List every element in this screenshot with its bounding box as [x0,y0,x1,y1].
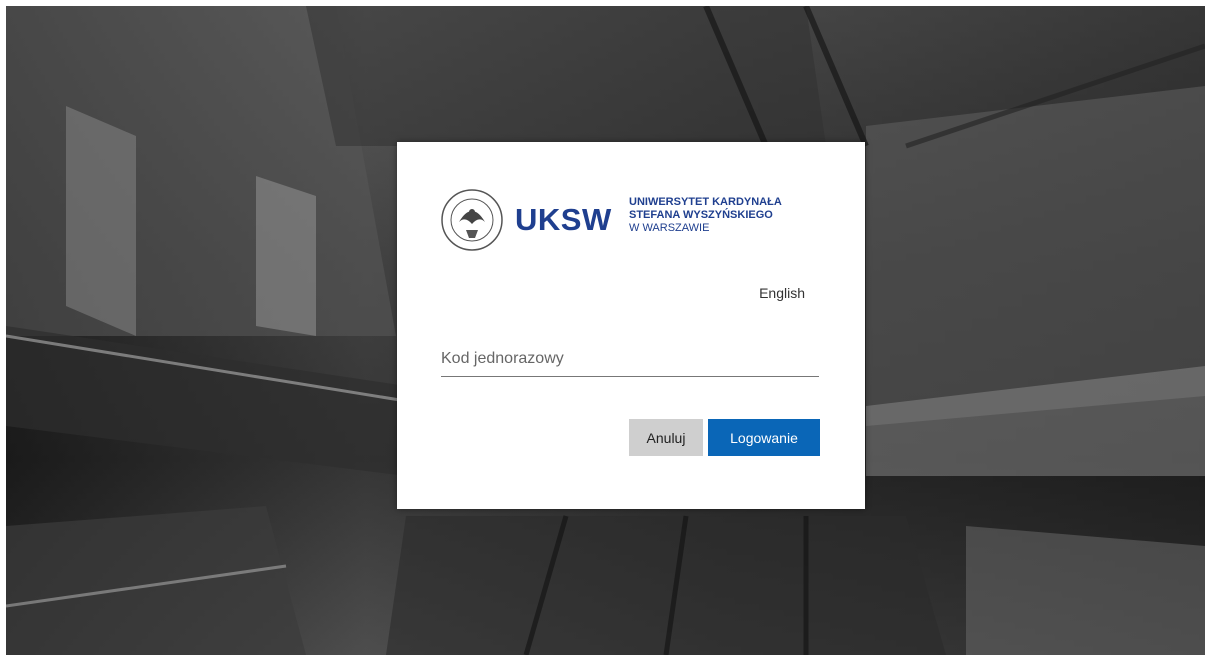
university-name-line2: STEFANA WYSZYŃSKIEGO [629,209,773,221]
university-logo: UKSW UNIWERSYTET KARDYNAŁA STEFANA WYSZY… [439,180,839,270]
university-name-line1: UNIWERSYTET KARDYNAŁA [629,196,782,208]
login-card: UKSW UNIWERSYTET KARDYNAŁA STEFANA WYSZY… [397,142,865,509]
university-name-line3: W WARSZAWIE [629,222,710,234]
uksw-wordmark: UKSW [515,202,612,237]
university-seal-icon [441,189,503,251]
language-switch-link[interactable]: English [759,285,805,301]
one-time-code-input[interactable] [441,342,819,377]
login-button[interactable]: Logowanie [708,419,820,456]
university-name: UNIWERSYTET KARDYNAŁA STEFANA WYSZYŃSKIE… [629,196,782,235]
cancel-button[interactable]: Anuluj [629,419,703,456]
